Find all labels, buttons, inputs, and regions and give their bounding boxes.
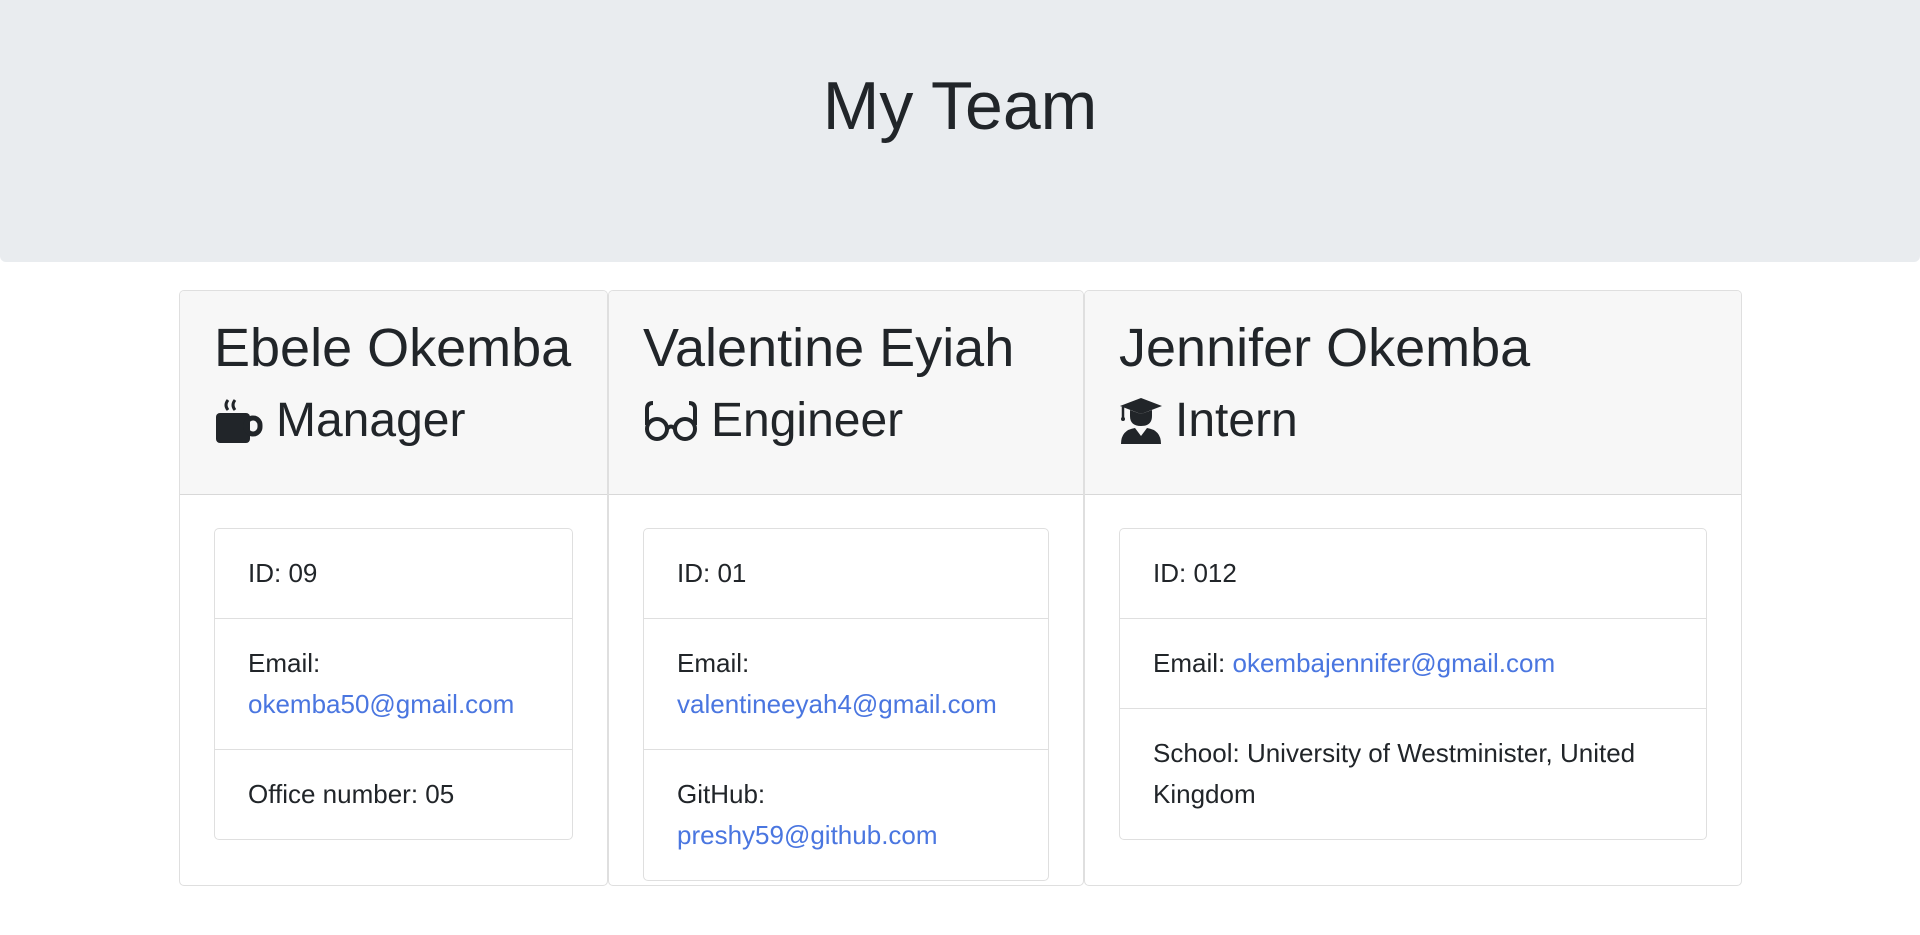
- id-item: ID: 01: [677, 558, 747, 588]
- id-item: ID: 09: [248, 558, 318, 588]
- team-card-intern: Jennifer Okemba Intern ID: 012 Email: ok…: [1084, 290, 1742, 886]
- employee-name: Ebele Okemba: [214, 318, 572, 378]
- employee-role: Engineer: [643, 391, 1049, 451]
- employee-name: Valentine Eyiah: [643, 318, 1015, 378]
- email-label: Email:: [1153, 648, 1226, 678]
- card-body: ID: 012 Email: okembajennifer@gmail.com …: [1085, 495, 1741, 873]
- role-label: Intern: [1175, 394, 1298, 447]
- details-list: ID: 09 Email: okemba50@gmail.com Office …: [214, 528, 573, 840]
- id-item: ID: 012: [1153, 558, 1237, 588]
- details-list: ID: 012 Email: okembajennifer@gmail.com …: [1119, 528, 1707, 840]
- team-card-engineer: Valentine Eyiah Engineer ID: 01 Email: v…: [608, 290, 1084, 886]
- team-card-manager: Ebele Okemba Manager ID: 09 Email: okemb…: [179, 290, 608, 886]
- role-label: Engineer: [711, 394, 904, 447]
- email-label: Email:: [677, 648, 750, 678]
- card-body: ID: 09 Email: okemba50@gmail.com Office …: [180, 495, 607, 873]
- role-label: Manager: [276, 394, 466, 447]
- email-link[interactable]: okembajennifer@gmail.com: [1232, 648, 1555, 678]
- card-header: Jennifer Okemba Intern: [1085, 291, 1741, 495]
- card-body: ID: 01 Email: valentineeyah4@gmail.com G…: [609, 495, 1083, 885]
- email-link[interactable]: okemba50@gmail.com: [248, 689, 514, 719]
- card-header: Ebele Okemba Manager: [180, 291, 607, 495]
- email-label: Email:: [248, 648, 321, 678]
- github-item: GitHub: preshy59@github.com: [644, 749, 1048, 880]
- employee-role: Intern: [1119, 391, 1707, 451]
- page-title: My Team: [822, 68, 1098, 144]
- header-jumbotron: My Team: [0, 0, 1920, 262]
- email-item: Email: okemba50@gmail.com: [215, 618, 572, 749]
- github-link[interactable]: preshy59@github.com: [677, 820, 938, 850]
- employee-role: Manager: [214, 391, 573, 451]
- email-item: Email: valentineeyah4@gmail.com: [644, 618, 1048, 749]
- card-header: Valentine Eyiah Engineer: [609, 291, 1083, 495]
- employee-name: Jennifer Okemba: [1119, 318, 1531, 378]
- email-link[interactable]: valentineeyah4@gmail.com: [677, 689, 997, 719]
- school-item: School: University of Westminister, Unit…: [1120, 708, 1706, 839]
- email-item: Email: okembajennifer@gmail.com: [1120, 618, 1706, 708]
- details-list: ID: 01 Email: valentineeyah4@gmail.com G…: [643, 528, 1049, 881]
- glasses-icon: [643, 399, 699, 443]
- graduate-icon: [1119, 396, 1163, 446]
- github-label: GitHub:: [677, 779, 766, 809]
- office-number-item: Office number: 05: [215, 749, 572, 839]
- coffee-mug-icon: [214, 396, 264, 446]
